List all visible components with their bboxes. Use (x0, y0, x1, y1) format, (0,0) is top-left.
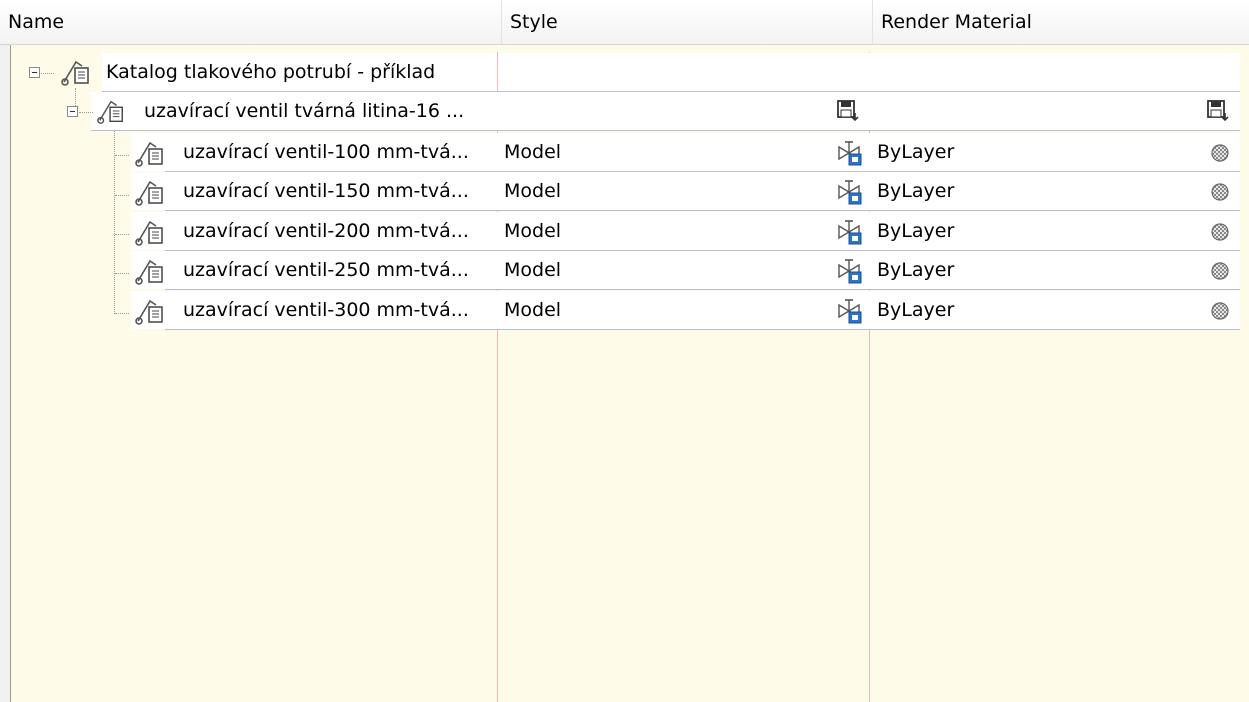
part-catalog-panel: Name Style Render Material Katalog tlako… (0, 0, 1249, 702)
catalog-icon (134, 255, 166, 292)
material-sphere-icon[interactable] (1210, 182, 1230, 207)
tree-row-item[interactable]: uzavírací ventil-300 mm-tvá... Model ByL… (0, 291, 1249, 331)
render-material-value[interactable]: ByLayer (877, 132, 954, 172)
material-sphere-icon[interactable] (1210, 143, 1230, 168)
catalog-icon (134, 176, 166, 213)
material-sphere-icon[interactable] (1210, 261, 1230, 286)
collapse-toggle[interactable] (67, 106, 78, 117)
tree-item-label: uzavírací ventil-150 mm-tvá... (183, 180, 469, 202)
tree-item-label: Katalog tlakového potrubí - příklad (106, 61, 436, 83)
render-material-value[interactable]: ByLayer (877, 171, 954, 211)
style-value[interactable]: Model (504, 250, 561, 290)
tree-row-item[interactable]: uzavírací ventil-200 mm-tvá... Model ByL… (0, 212, 1249, 252)
part-style-icon[interactable] (836, 139, 864, 172)
material-sphere-icon[interactable] (1210, 301, 1230, 326)
catalog-icon (96, 96, 126, 131)
collapse-toggle[interactable] (29, 67, 40, 78)
column-header: Name Style Render Material (0, 0, 1249, 45)
tree-item-label: uzavírací ventil tvárná litina-16 ... (144, 100, 465, 122)
header-style[interactable]: Style (502, 0, 873, 44)
tree-item-label: uzavírací ventil-250 mm-tvá... (183, 259, 469, 281)
catalog-icon (60, 56, 92, 93)
part-style-icon[interactable] (836, 178, 864, 211)
tree-row-item[interactable]: uzavírací ventil-100 mm-tvá... Model ByL… (0, 133, 1249, 173)
catalog-icon (134, 295, 166, 332)
render-material-value[interactable]: ByLayer (877, 211, 954, 251)
catalog-icon (134, 137, 166, 174)
header-render-material[interactable]: Render Material (873, 0, 1249, 44)
catalog-icon (134, 216, 166, 253)
tree-item-label: uzavírací ventil-200 mm-tvá... (183, 220, 469, 242)
tree-item-label: uzavírací ventil-300 mm-tvá... (183, 299, 469, 321)
style-value[interactable]: Model (504, 171, 561, 211)
style-value[interactable]: Model (504, 132, 561, 172)
header-name[interactable]: Name (0, 0, 502, 44)
part-style-icon[interactable] (836, 218, 864, 251)
save-icon[interactable] (1206, 99, 1230, 128)
tree-row-item[interactable]: uzavírací ventil-150 mm-tvá... Model ByL… (0, 172, 1249, 212)
part-style-icon[interactable] (836, 297, 864, 330)
render-material-value[interactable]: ByLayer (877, 290, 954, 330)
tree-row-item[interactable]: uzavírací ventil-250 mm-tvá... Model ByL… (0, 251, 1249, 291)
material-sphere-icon[interactable] (1210, 222, 1230, 247)
tree-row-root[interactable]: Katalog tlakového potrubí - příklad (0, 53, 1249, 93)
tree-row-group[interactable]: uzavírací ventil tvárná litina-16 ... (0, 92, 1249, 132)
style-value[interactable]: Model (504, 211, 561, 251)
tree-item-label: uzavírací ventil-100 mm-tvá... (183, 141, 469, 163)
save-icon[interactable] (836, 99, 860, 128)
style-value[interactable]: Model (504, 290, 561, 330)
render-material-value[interactable]: ByLayer (877, 250, 954, 290)
part-style-icon[interactable] (836, 257, 864, 290)
